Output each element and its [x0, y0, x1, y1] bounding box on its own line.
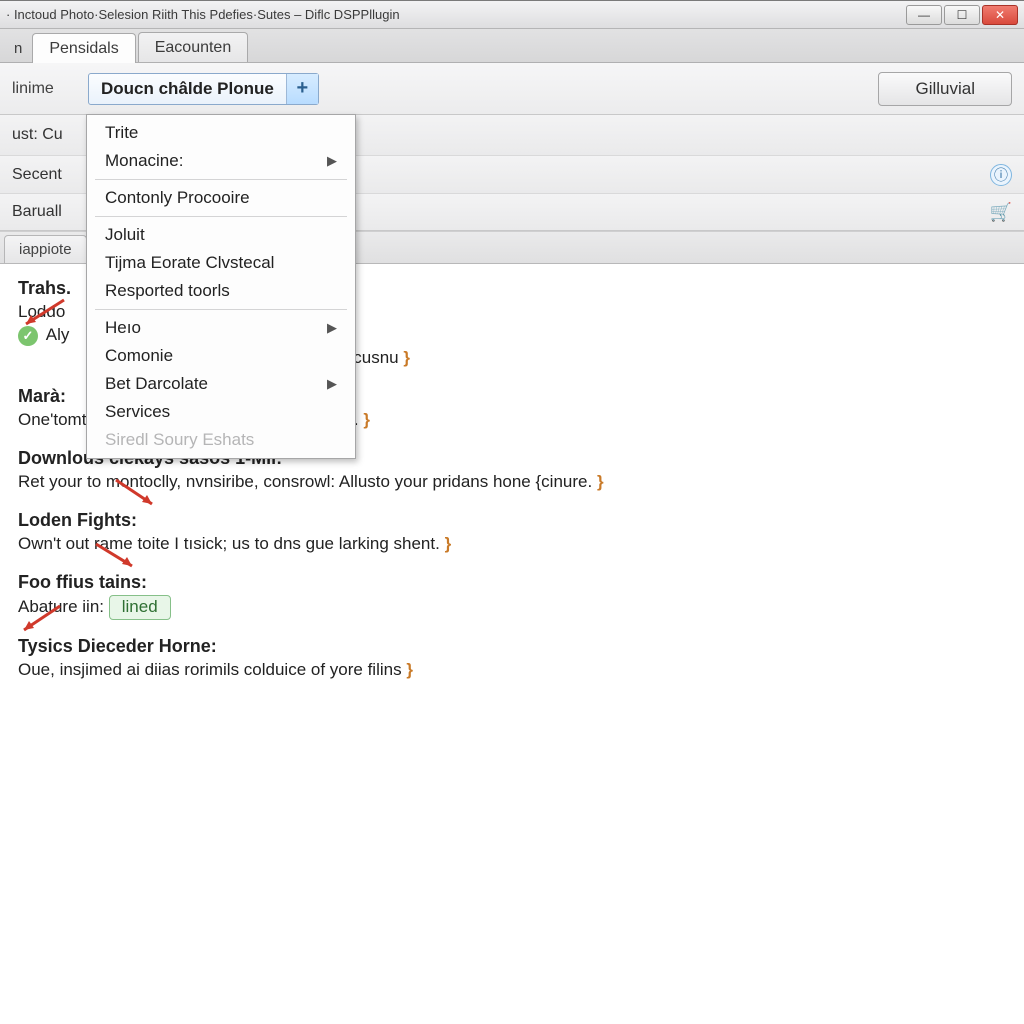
- close-button[interactable]: ✕: [982, 5, 1018, 25]
- menu-separator: [95, 216, 347, 217]
- chevron-right-icon: ▶: [327, 153, 337, 169]
- menu-item-trite[interactable]: Trite: [87, 119, 355, 147]
- brace-icon: }: [403, 348, 410, 367]
- brace-icon: }: [597, 472, 604, 491]
- section-title: Loden Fights:: [18, 510, 1006, 531]
- maximize-button[interactable]: ☐: [944, 5, 980, 25]
- toolbar: linime Doucn châlde Plonue + Gilluvial: [0, 63, 1024, 115]
- menu-item-label: Services: [105, 402, 170, 422]
- dropdown-trigger[interactable]: Doucn châlde Plonue +: [88, 73, 319, 105]
- primary-tabstrip: n Pensidals Eacounten: [0, 29, 1024, 63]
- app-window: · Inctoud Photo·Selesion Riith This Pdef…: [0, 0, 1024, 1024]
- menu-item-label: Tijma Eorate Clvstecal: [105, 253, 274, 273]
- minimize-button[interactable]: —: [906, 5, 942, 25]
- chevron-right-icon: ▶: [327, 320, 337, 336]
- window-title: · Inctoud Photo·Selesion Riith This Pdef…: [6, 7, 904, 22]
- section-body: Oue, insjimed ai diias rorimils colduice…: [18, 660, 402, 679]
- menu-item-siredl: Siredl Soury Eshats: [87, 426, 355, 454]
- inner-tab-iappiote[interactable]: iappiote: [4, 235, 87, 263]
- menu-item-resported[interactable]: Resported toorls: [87, 277, 355, 305]
- titlebar: · Inctoud Photo·Selesion Riith This Pdef…: [0, 1, 1024, 29]
- menu-item-heio[interactable]: Heıo ▶: [87, 314, 355, 342]
- menu-item-services[interactable]: Services: [87, 398, 355, 426]
- cart-icon[interactable]: 🛒: [990, 202, 1012, 223]
- section-title: Foo ffius tains:: [18, 572, 1006, 593]
- section-body: Own't out rame toite I tısick; us to dns…: [18, 534, 440, 553]
- menu-item-label: Contonly Procooire: [105, 188, 250, 208]
- menu-item-label: Bet Darcolate: [105, 374, 208, 394]
- menu-item-label: Joluit: [105, 225, 145, 245]
- menu-item-comonie[interactable]: Comonie: [87, 342, 355, 370]
- section-loden: Loden Fights: Own't out rame toite I tıs…: [18, 510, 1006, 556]
- info-chip-icon[interactable]: ⓘ: [990, 164, 1012, 186]
- section-line2-prefix: Aly: [46, 325, 70, 344]
- menu-item-bet-darcolate[interactable]: Bet Darcolate ▶: [87, 370, 355, 398]
- tab-fragment: n: [8, 34, 32, 62]
- section-title: Tysics Dieceder Horne:: [18, 636, 1006, 657]
- check-ok-icon: ✓: [18, 326, 38, 346]
- section-body-prefix: Abature iin:: [18, 597, 104, 616]
- menu-item-label: Monacine:: [105, 151, 183, 171]
- brace-icon: }: [406, 660, 413, 679]
- menu-item-contonly[interactable]: Contonly Procooire: [87, 184, 355, 212]
- section-tysics: Tysics Dieceder Horne: Oue, insjimed ai …: [18, 636, 1006, 682]
- window-controls: — ☐ ✕: [904, 5, 1018, 25]
- tab-pensidals[interactable]: Pensidals: [32, 33, 135, 63]
- lined-pill[interactable]: lined: [109, 595, 171, 620]
- toolbar-left-label: linime: [12, 80, 76, 98]
- menu-item-label: Comonie: [105, 346, 173, 366]
- menu-item-label: Siredl Soury Eshats: [105, 430, 254, 450]
- menu-item-monacine[interactable]: Monacine: ▶: [87, 147, 355, 175]
- tab-eacounten[interactable]: Eacounten: [138, 32, 249, 62]
- menu-separator: [95, 309, 347, 310]
- menu-separator: [95, 179, 347, 180]
- dropdown-label: Doucn châlde Plonue: [89, 79, 286, 99]
- section-body: Loddo: [18, 302, 65, 321]
- menu-item-label: Heıo: [105, 318, 141, 338]
- menu-item-label: Trite: [105, 123, 138, 143]
- menu-item-joluit[interactable]: Joluit: [87, 221, 355, 249]
- brace-icon: }: [363, 410, 370, 429]
- dropdown-menu: Trite Monacine: ▶ Contonly Procooire Jol…: [86, 114, 356, 459]
- plus-icon[interactable]: +: [286, 74, 318, 104]
- gilluvial-button[interactable]: Gilluvial: [878, 72, 1012, 106]
- brace-icon: }: [445, 534, 452, 553]
- subrow-2-label: Secent: [12, 166, 62, 184]
- menu-item-label: Resported toorls: [105, 281, 230, 301]
- menu-item-tijma[interactable]: Tijma Eorate Clvstecal: [87, 249, 355, 277]
- chevron-right-icon: ▶: [327, 376, 337, 392]
- subrow-3-label: Baruall: [12, 203, 62, 221]
- subrow-1-label: ust: Cu: [12, 126, 63, 144]
- section-body: Ret your to montoclly, nvnsiribe, consro…: [18, 472, 592, 491]
- section-foo: Foo ffius tains: Abature iin: lined: [18, 572, 1006, 620]
